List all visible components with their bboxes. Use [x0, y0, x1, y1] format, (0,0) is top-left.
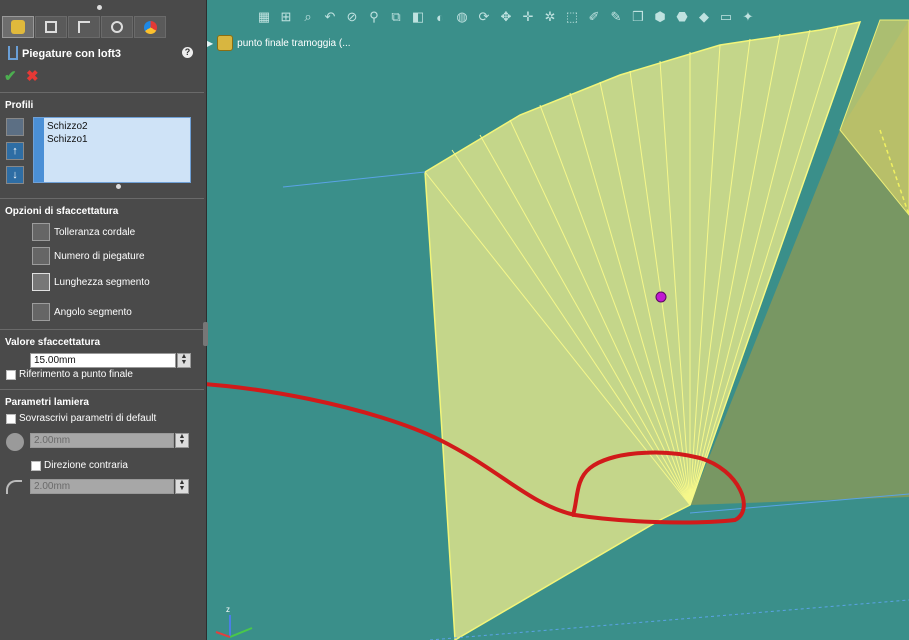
loft-bend-icon [8, 46, 18, 60]
model-view: z [207, 19, 909, 640]
graphics-viewport[interactable]: z ▦ ⊞ ⌕ ↶ ⊘ ⚲ ⧉ ◧ ◐ ◍ ⟳ ✥ ✛ ✲ ⬚ ✐ ✎ ❒ ⬢ … [207, 0, 909, 640]
view-orientation-icon[interactable]: ⧉ [387, 8, 405, 26]
grid-icon[interactable]: ▦ [255, 8, 273, 26]
endpoint-reference-checkbox[interactable]: Riferimento a punto finale [6, 369, 133, 380]
divider [0, 92, 204, 93]
ok-button[interactable]: ✔ [4, 67, 17, 85]
move-down-button[interactable]: ↓ [6, 166, 24, 184]
divider [0, 198, 204, 199]
tab-property-manager[interactable] [2, 16, 34, 38]
property-manager-panel: Piegature con loft3 ? ✔ ✖ Profili ↑ ↓ Sc… [0, 0, 207, 640]
endpoint-marker[interactable] [655, 291, 667, 303]
realview-icon[interactable]: ⬚ [563, 8, 581, 26]
bend-radius-icon [6, 480, 22, 494]
tree-node-label[interactable]: punto finale tramoggia (... [237, 38, 350, 49]
reverse-direction-checkbox[interactable]: Direzione contraria [31, 460, 128, 471]
expand-arrow-icon[interactable]: ▶ [207, 39, 213, 48]
profiles-section-title: Profili [5, 100, 34, 111]
crosshair-icon [111, 21, 123, 33]
tab-display[interactable] [134, 16, 166, 38]
option-segment-angle[interactable]: Angolo segmento [32, 303, 132, 321]
axis-triad: z [215, 605, 253, 638]
move-up-button[interactable]: ↑ [6, 142, 24, 160]
thickness-spinner[interactable]: ▲ ▼ [175, 433, 189, 448]
faceting-value-spinner[interactable]: ▲ ▼ [177, 353, 191, 368]
zoom-area-icon[interactable]: ⌕ [299, 8, 317, 26]
profile-item[interactable]: Schizzo2 [47, 121, 88, 132]
manager-tabs [2, 16, 202, 38]
option-number-of-bends[interactable]: Numero di piegature [32, 247, 145, 265]
checkbox-box[interactable] [6, 413, 16, 424]
segment-angle-icon [32, 303, 50, 321]
panel-collapse-dot[interactable] [97, 5, 102, 10]
part-icon [217, 35, 234, 51]
feature-tree-flyout[interactable]: ▶ punto finale tramoggia (... [207, 35, 351, 51]
option-chordal-tolerance[interactable]: Tolleranza cordale [32, 223, 135, 241]
pan-icon[interactable]: ✥ [497, 8, 515, 26]
checkbox-label: Riferimento a punto finale [19, 369, 133, 380]
cube-icon[interactable]: ❒ [629, 8, 647, 26]
listbox-selection-bar [34, 118, 44, 182]
help-icon[interactable]: ? [182, 47, 193, 58]
thickness-input[interactable]: 2.00mm [30, 433, 174, 448]
segment-length-icon [32, 273, 50, 291]
option-label: Angolo segmento [54, 306, 132, 318]
faceting-value-input[interactable]: 15.00mm [30, 353, 176, 368]
edit-appearance-icon[interactable]: ◍ [453, 8, 471, 26]
checkbox-label: Direzione contraria [44, 460, 128, 471]
camera-icon[interactable]: ⬣ [673, 8, 691, 26]
option-segment-length[interactable]: Lunghezza segmento [32, 273, 150, 291]
bend-radius-input[interactable]: 2.00mm [30, 479, 174, 494]
feature-title: Piegature con loft3 [22, 48, 122, 60]
number-of-bends-icon [32, 247, 50, 265]
checkbox-box[interactable] [31, 460, 41, 471]
scene-icon[interactable]: ✲ [541, 8, 559, 26]
hide-show-icon[interactable]: ◐ [431, 8, 449, 26]
appearance-icon[interactable]: ⬢ [651, 8, 669, 26]
tab-properties[interactable] [35, 16, 67, 38]
previous-view-icon[interactable]: ↶ [321, 8, 339, 26]
resize-dot[interactable] [116, 184, 121, 189]
checkbox-box[interactable] [6, 369, 16, 380]
option-label: Numero di piegature [54, 250, 145, 262]
shadows-icon[interactable]: ✐ [585, 8, 603, 26]
option-label: Tolleranza cordale [54, 226, 136, 238]
cancel-button[interactable]: ✖ [26, 67, 39, 85]
display-style-icon[interactable]: ◧ [409, 8, 427, 26]
tab-dimxpert[interactable] [101, 16, 133, 38]
filter-icon[interactable]: ⚲ [365, 8, 383, 26]
profiles-listbox[interactable]: Schizzo2 Schizzo1 [33, 117, 191, 183]
sketch-line [282, 171, 426, 188]
sheet-params-title: Parametri lamiera [5, 397, 89, 408]
monitor-icon[interactable]: ▭ [717, 8, 735, 26]
section-view-icon[interactable]: ⊘ [343, 8, 361, 26]
rotate-icon[interactable]: ⟳ [475, 8, 493, 26]
configure-icon[interactable]: ✦ [739, 8, 757, 26]
list-icon [45, 21, 57, 33]
color-pie-icon [143, 20, 157, 34]
svg-text:z: z [226, 605, 230, 614]
option-label: Lunghezza segmento [54, 276, 150, 288]
bend-radius-spinner[interactable]: ▲ ▼ [175, 479, 189, 494]
tab-configuration[interactable] [68, 16, 100, 38]
faceting-options-title: Opzioni di sfaccettatura [5, 206, 119, 217]
ambient-occlusion-icon[interactable]: ✎ [607, 8, 625, 26]
perspective-icon[interactable]: ◆ [695, 8, 713, 26]
zoom-fit-icon[interactable]: ⊞ [277, 8, 295, 26]
chordal-tolerance-icon [32, 223, 50, 241]
divider [0, 329, 204, 330]
checkbox-label: Sovrascrivi parametri di default [19, 413, 157, 424]
feature-manager-icon [11, 20, 25, 34]
configuration-icon [78, 21, 90, 33]
divider [0, 389, 204, 390]
move-icon[interactable]: ✛ [519, 8, 537, 26]
heads-up-toolbar: ▦ ⊞ ⌕ ↶ ⊘ ⚲ ⧉ ◧ ◐ ◍ ⟳ ✥ ✛ ✲ ⬚ ✐ ✎ ❒ ⬢ ⬣ … [255, 8, 757, 26]
override-defaults-checkbox[interactable]: Sovrascrivi parametri di default [6, 413, 156, 424]
faceting-value-title: Valore sfaccettatura [5, 337, 101, 348]
thickness-icon [6, 433, 24, 451]
profile-item[interactable]: Schizzo1 [47, 134, 88, 145]
profile-selection-icon [6, 118, 24, 136]
